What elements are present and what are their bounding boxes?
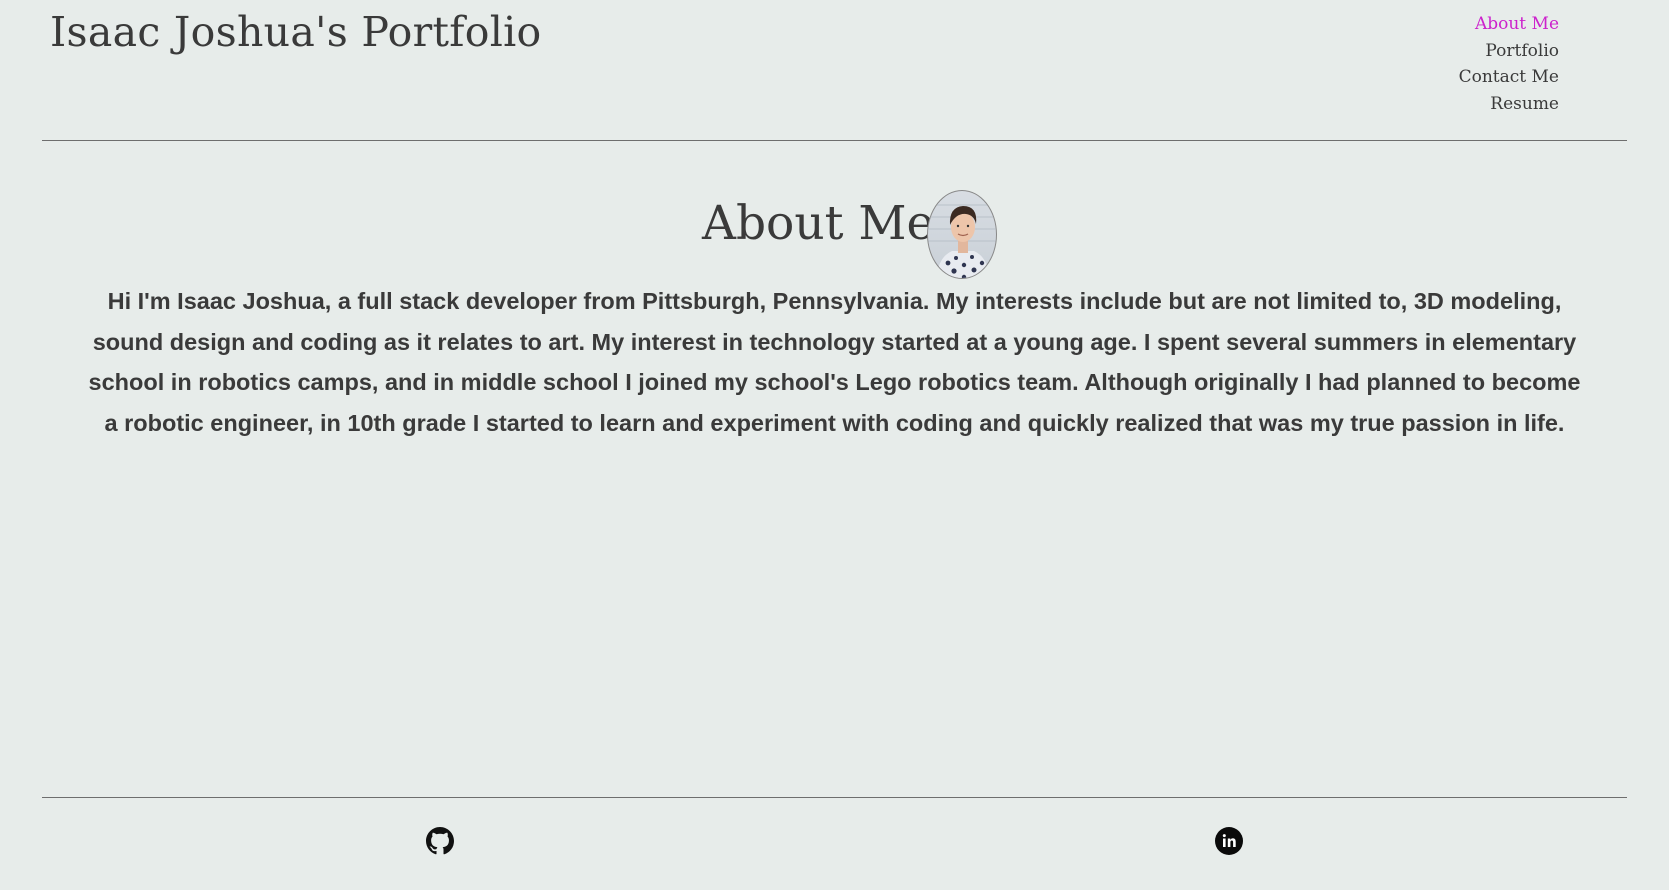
main-nav: About Me Portfolio Contact Me Resume [1459,11,1559,117]
site-title: Isaac Joshua's Portfolio [50,8,542,56]
linkedin-link[interactable] [1215,827,1243,855]
nav-link-contact-me[interactable]: Contact Me [1459,64,1559,91]
header-divider [42,140,1627,141]
footer-divider [42,797,1627,798]
about-heading: About Me [702,196,935,251]
nav-link-about-me[interactable]: About Me [1459,11,1559,38]
avatar [927,190,997,279]
about-bio: Hi I'm Isaac Joshua, a full stack develo… [88,288,1581,436]
nav-link-portfolio[interactable]: Portfolio [1459,38,1559,65]
github-icon [426,827,454,855]
linkedin-icon [1215,827,1243,855]
nav-link-resume[interactable]: Resume [1459,91,1559,118]
github-link[interactable] [426,827,454,855]
